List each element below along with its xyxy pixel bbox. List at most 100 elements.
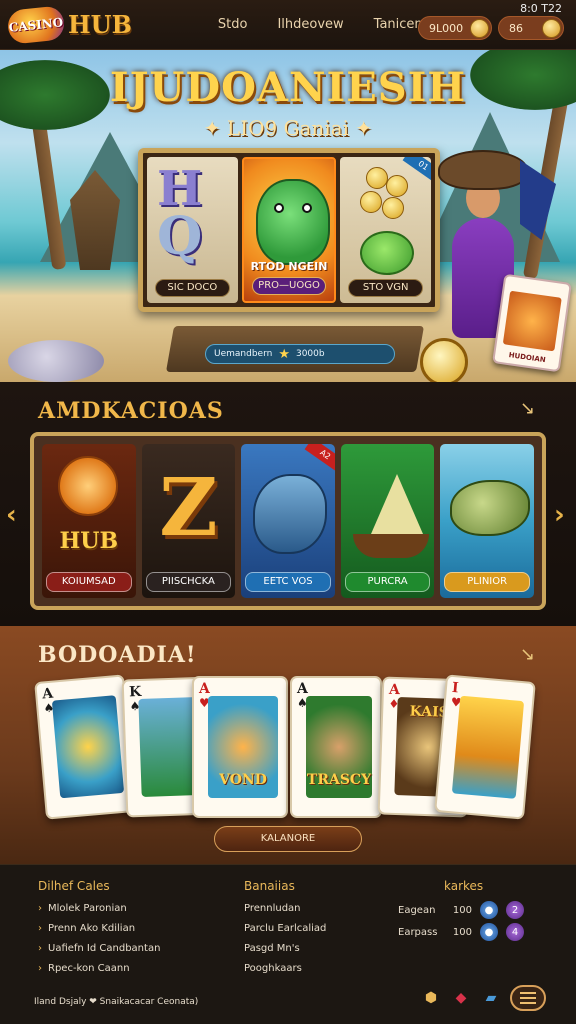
footer-link[interactable]: Pasgd Mn's <box>244 939 326 959</box>
balance-pill-2[interactable]: 86 <box>498 16 564 40</box>
fish-symbol <box>255 179 330 265</box>
jackpot-label: Uemandbern <box>214 349 273 359</box>
section-title: BODOADIA! <box>38 642 197 668</box>
star-icon: ★ <box>278 346 290 362</box>
reel-3[interactable]: 01 STO VGN <box>340 157 432 303</box>
nav-item-3[interactable]: Tanicen <box>374 17 423 32</box>
coin-icon <box>360 191 383 213</box>
footer-link[interactable]: Prennludan <box>244 899 326 919</box>
balance-pill-1[interactable]: 9L000 <box>418 16 492 40</box>
footer-column-2: Banaiias Prennludan Parclu Earlcaliad Pa… <box>244 879 326 979</box>
sailboat-icon <box>370 474 423 534</box>
fish-eye <box>301 203 312 213</box>
shield-icon[interactable]: ⬢ <box>420 987 442 1009</box>
footer-link[interactable]: › Rpec-kon Caann <box>38 959 160 979</box>
games-carousel: HUB KOIUMSAD Z PIISCHCKA A2 EETC VOS PUR… <box>30 432 546 610</box>
more-button[interactable]: KALANORE <box>214 826 362 852</box>
reel-3-label: STO VGN <box>348 279 424 297</box>
footer-link[interactable]: Parclu Earlcaliad <box>244 919 326 939</box>
bullet-icon: › <box>38 963 42 974</box>
coin-icon <box>386 175 409 197</box>
fish-eye <box>273 203 284 213</box>
card-icon[interactable]: ▰ <box>480 987 502 1009</box>
game-tile[interactable]: PLINIOR <box>440 444 534 598</box>
lion-icon <box>58 456 118 516</box>
playing-card[interactable]: A ♥ VOND <box>192 676 288 818</box>
bullet-icon: › <box>38 943 42 954</box>
status-time: 8:0 T22 <box>520 2 562 15</box>
playing-card[interactable]: A ♠ <box>34 674 136 820</box>
expand-arrow-icon[interactable]: ↘ <box>520 644 535 665</box>
coin-icon <box>382 197 405 219</box>
game-tile[interactable]: HUB KOIUMSAD <box>42 444 136 598</box>
menu-line <box>520 997 536 999</box>
nav-item-2[interactable]: Ilhdeovew <box>277 17 343 32</box>
playing-card[interactable]: A ♠ TRASCY <box>290 676 382 818</box>
tile-art-text: Z <box>159 460 218 554</box>
game-tile[interactable]: Z PIISCHCKA <box>141 444 236 598</box>
game-tile-label: EETC VOS <box>245 572 331 592</box>
slot-reels-frame[interactable]: H Q SIC DOCO RTOD NGEIN PRO—UOGO 01 STO … <box>138 148 440 312</box>
rank-row[interactable]: Earpass 100 ● 4 <box>398 921 524 943</box>
reel-2[interactable]: RTOD NGEIN PRO—UOGO <box>241 157 337 303</box>
featured-card[interactable]: HUDOIAN <box>492 273 572 373</box>
menu-button[interactable] <box>510 985 546 1011</box>
dice-icon[interactable]: ◆ <box>450 987 472 1009</box>
chevron-left-icon[interactable]: ‹ <box>6 500 17 530</box>
expand-arrow-icon[interactable]: ↘ <box>520 398 535 419</box>
tile-art-text: HUB <box>59 528 119 554</box>
reel-1-label: SIC DOCO <box>155 279 230 297</box>
footer-link[interactable]: › Uafiefn Id Candbantan <box>38 939 160 959</box>
bullet-icon: › <box>38 923 42 934</box>
top-header: CASINO HUB Stdo Ilhdeovew Tanicen 8:0 T2… <box>0 0 576 50</box>
footer-link[interactable]: Pooghkaars <box>244 959 326 979</box>
card-caption: HUDOIAN <box>508 351 547 365</box>
card-caption: TRASCY <box>306 772 372 788</box>
rank-value: 100 <box>452 926 472 938</box>
logo[interactable]: CASINO HUB <box>6 4 132 45</box>
game-tile-label: PURCRA <box>344 572 431 592</box>
fish-illustration <box>8 340 104 382</box>
frog-symbol <box>360 231 415 275</box>
balance-1-value: 9L000 <box>429 21 464 35</box>
section-title: AMDKACIOAS <box>38 398 224 424</box>
coin-icon <box>366 167 389 189</box>
game-tile[interactable]: A2 EETC VOS <box>241 444 335 598</box>
footer-link[interactable]: › Mlolek Paronian <box>38 899 160 919</box>
tuna-icon <box>253 474 328 554</box>
hero-title: IJUDOANIESIH <box>109 64 467 111</box>
sparkle-icon: ✦ <box>349 116 373 140</box>
footer-column-title: karkes <box>444 879 484 893</box>
jackpot-banner[interactable]: Uemandbern ★ 3000b <box>205 344 395 364</box>
reel-1[interactable]: H Q SIC DOCO <box>147 157 238 303</box>
card-art <box>51 695 125 799</box>
rank-value: 100 <box>452 904 472 916</box>
reel-2-label: PRO—UOGO <box>251 277 327 295</box>
globe-icon: ● <box>480 923 498 941</box>
chevron-right-icon[interactable]: › <box>554 500 565 530</box>
jackpot-amount: 3000b <box>295 349 325 359</box>
footer-column-title: Banaiias <box>244 879 295 893</box>
hero-banner[interactable]: IJUDOANIESIH ✦ LIO9 Ganiai ✦ H Q SIC DOC… <box>0 50 576 382</box>
playing-card[interactable]: I ♥ <box>434 674 536 820</box>
game-tile[interactable]: PURCRA <box>340 444 435 598</box>
rank-badge: 4 <box>506 923 524 941</box>
logo-text: HUB <box>68 10 132 39</box>
coins-symbol <box>356 167 416 221</box>
footer-column-title: Dilhef Cales <box>38 879 110 893</box>
footer-column-1: Dilhef Cales › Mlolek Paronian › Prenn Ako… <box>38 879 160 979</box>
medal-icon <box>420 338 468 382</box>
bass-fish-icon <box>450 480 531 536</box>
menu-line <box>520 1002 536 1004</box>
nav-item-1[interactable]: Stdo <box>218 17 248 32</box>
card-art <box>451 695 525 799</box>
cards-section: BODOADIA! ↘ A ♠ K ♠ A ♥ VOND A ♠ TRASCY A ♦ K… <box>0 626 576 864</box>
rank-row[interactable]: Eagean 100 ● 2 <box>398 899 524 921</box>
copyright-text: Iland Dsjaly ❤ Snaikacacar Ceonata) <box>34 997 199 1007</box>
balance-2-value: 86 <box>509 21 523 35</box>
footer-link[interactable]: › Prenn Ako Kdilian <box>38 919 160 939</box>
logo-badge: CASINO <box>6 4 66 45</box>
letter-symbol: Q <box>157 206 203 267</box>
featured-section: AMDKACIOAS ↘ ‹ › HUB KOIUMSAD Z PIISCHCK… <box>0 382 576 626</box>
footer-icons: ⬢ ◆ ▰ <box>420 985 546 1011</box>
